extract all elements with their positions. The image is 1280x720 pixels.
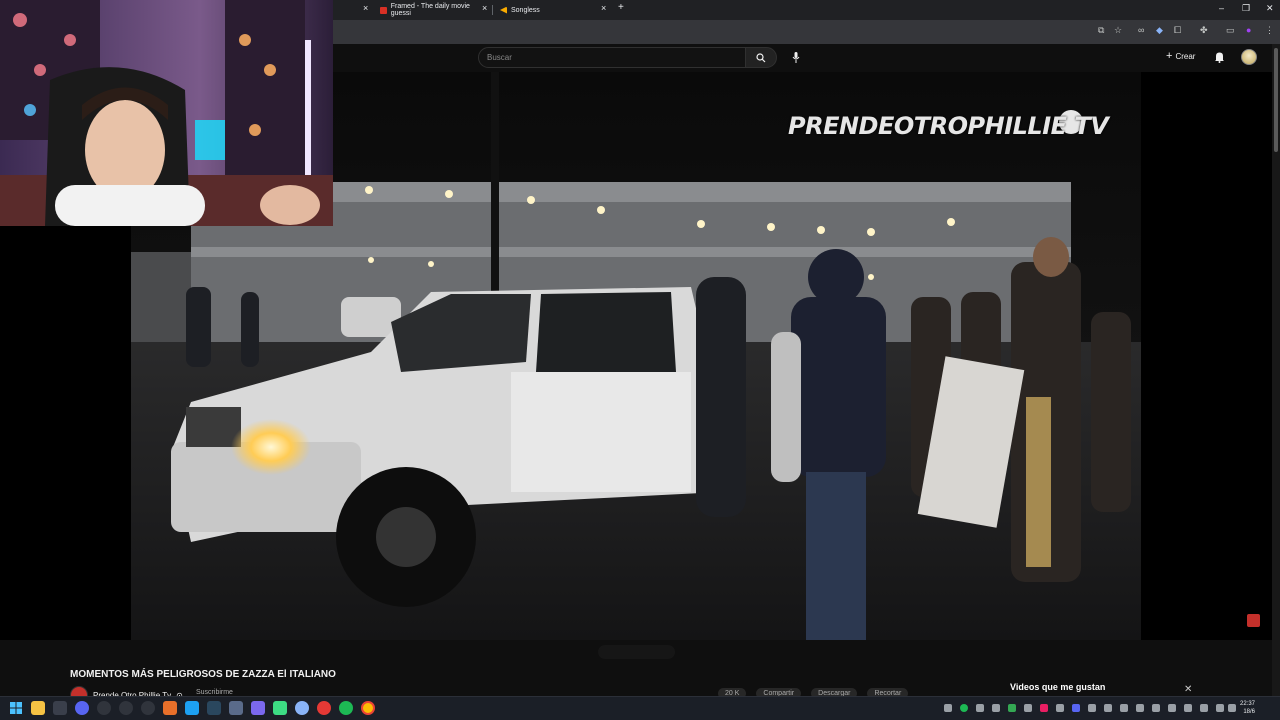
- scrollbar-thumb[interactable]: [1274, 48, 1278, 152]
- notifications-bell-icon[interactable]: [1214, 51, 1225, 63]
- tray-icon[interactable]: [1088, 704, 1096, 712]
- extension-icon[interactable]: ◆: [1156, 25, 1163, 36]
- restore-button[interactable]: ❐: [1242, 3, 1250, 14]
- sidebar-icon[interactable]: ▭: [1226, 25, 1235, 36]
- tray-icon[interactable]: [1024, 704, 1032, 712]
- tab-close-icon[interactable]: ×: [601, 3, 606, 13]
- windows-taskbar: 22:37 18/6: [0, 696, 1280, 720]
- bookmark-star-icon[interactable]: ☆: [1114, 25, 1122, 36]
- app-icon[interactable]: [185, 701, 199, 715]
- app-icon[interactable]: [251, 701, 265, 715]
- screen: Framed - The daily movie guessi × × Song…: [0, 0, 1280, 720]
- create-label: Crear: [1175, 51, 1196, 61]
- tray-icon[interactable]: [1040, 704, 1048, 712]
- app-icon[interactable]: [317, 701, 331, 715]
- tray-icon[interactable]: [1168, 704, 1176, 712]
- wifi-icon[interactable]: [1216, 704, 1224, 712]
- songless-favicon-icon: [500, 6, 507, 14]
- clock-time: 22:37: [1240, 701, 1256, 707]
- microphone-icon: [792, 51, 800, 63]
- tray-icon[interactable]: [1152, 704, 1160, 712]
- playlist-close-icon[interactable]: ✕: [1184, 684, 1192, 695]
- tab-framed[interactable]: Framed - The daily movie guessi: [376, 2, 492, 18]
- app-icon[interactable]: [119, 701, 133, 715]
- tray-icon[interactable]: [1120, 704, 1128, 712]
- app-icon[interactable]: [97, 701, 111, 715]
- app-icon[interactable]: [295, 701, 309, 715]
- tray-icon[interactable]: [1056, 704, 1064, 712]
- extension-icon[interactable]: ∞: [1138, 25, 1144, 35]
- clock-date: 18/6: [1243, 709, 1256, 715]
- page-scrollbar[interactable]: [1272, 44, 1280, 696]
- chrome-icon[interactable]: [361, 701, 375, 715]
- close-window-button[interactable]: ✕: [1266, 3, 1274, 14]
- reading-list-icon[interactable]: ✤: [1200, 25, 1208, 36]
- search-button[interactable]: [745, 47, 777, 68]
- webcam-overlay: [0, 0, 333, 226]
- tab-close-icon[interactable]: ×: [363, 3, 368, 13]
- tray-icon[interactable]: [1104, 704, 1112, 712]
- install-icon[interactable]: ⧉: [1098, 25, 1104, 36]
- tray-icon[interactable]: [960, 704, 968, 712]
- account-avatar[interactable]: [1241, 49, 1257, 65]
- tray-icon[interactable]: [1008, 704, 1016, 712]
- address-bar[interactable]: [335, 24, 1085, 40]
- app-icon[interactable]: [229, 701, 243, 715]
- steam-icon[interactable]: [207, 701, 221, 715]
- video-progress-hint[interactable]: [598, 645, 675, 659]
- app-icon[interactable]: [273, 701, 287, 715]
- tray-icon[interactable]: [1072, 704, 1080, 712]
- minimize-button[interactable]: –: [1219, 3, 1224, 13]
- tray-icon[interactable]: [1200, 704, 1208, 712]
- file-explorer-icon[interactable]: [31, 701, 45, 715]
- profile-icon[interactable]: ●: [1246, 25, 1251, 35]
- tray-icon[interactable]: [976, 704, 984, 712]
- app-icon[interactable]: [75, 701, 89, 715]
- app-icon[interactable]: [141, 701, 155, 715]
- voice-search-button[interactable]: [787, 48, 805, 66]
- video-watermark: PRENDEOTROPHILLIE TV: [788, 112, 1109, 140]
- menu-kebab-icon[interactable]: ⋮: [1265, 25, 1274, 36]
- taskbar-clock[interactable]: 22:37 18/6: [1240, 700, 1255, 716]
- channel-badge-icon[interactable]: [1247, 614, 1260, 627]
- search-icon: [756, 52, 766, 62]
- framed-favicon-icon: [380, 6, 387, 14]
- plus-icon: +: [1166, 50, 1173, 62]
- tray-icon[interactable]: [1136, 704, 1144, 712]
- subscribe-button[interactable]: Suscribirme: [196, 689, 233, 696]
- tab-label: Framed - The daily movie guessi: [390, 3, 470, 17]
- extensions-puzzle-icon[interactable]: ⧠: [1174, 25, 1181, 36]
- search-input[interactable]: Buscar: [478, 47, 746, 68]
- tray-icon[interactable]: [992, 704, 1000, 712]
- spotify-icon[interactable]: [339, 701, 353, 715]
- create-button[interactable]: + Crear: [1166, 50, 1195, 62]
- tray-chevron-icon[interactable]: [944, 704, 952, 712]
- search-icon[interactable]: [53, 701, 67, 715]
- tab-songless[interactable]: Songless: [496, 2, 612, 18]
- video-title: MOMENTOS MÁS PELIGROSOS DE ZAZZA El ITAL…: [70, 669, 336, 680]
- tray-icon[interactable]: [1184, 704, 1192, 712]
- windows-start-icon[interactable]: [10, 702, 22, 714]
- playlist-title[interactable]: Videos que me gustan: [1010, 682, 1105, 692]
- tab-close-icon[interactable]: ×: [482, 3, 487, 13]
- tab-divider: [492, 5, 493, 15]
- app-icon[interactable]: [163, 701, 177, 715]
- volume-icon[interactable]: [1228, 704, 1236, 712]
- tab-label: Songless: [511, 6, 540, 14]
- new-tab-button[interactable]: +: [618, 2, 624, 13]
